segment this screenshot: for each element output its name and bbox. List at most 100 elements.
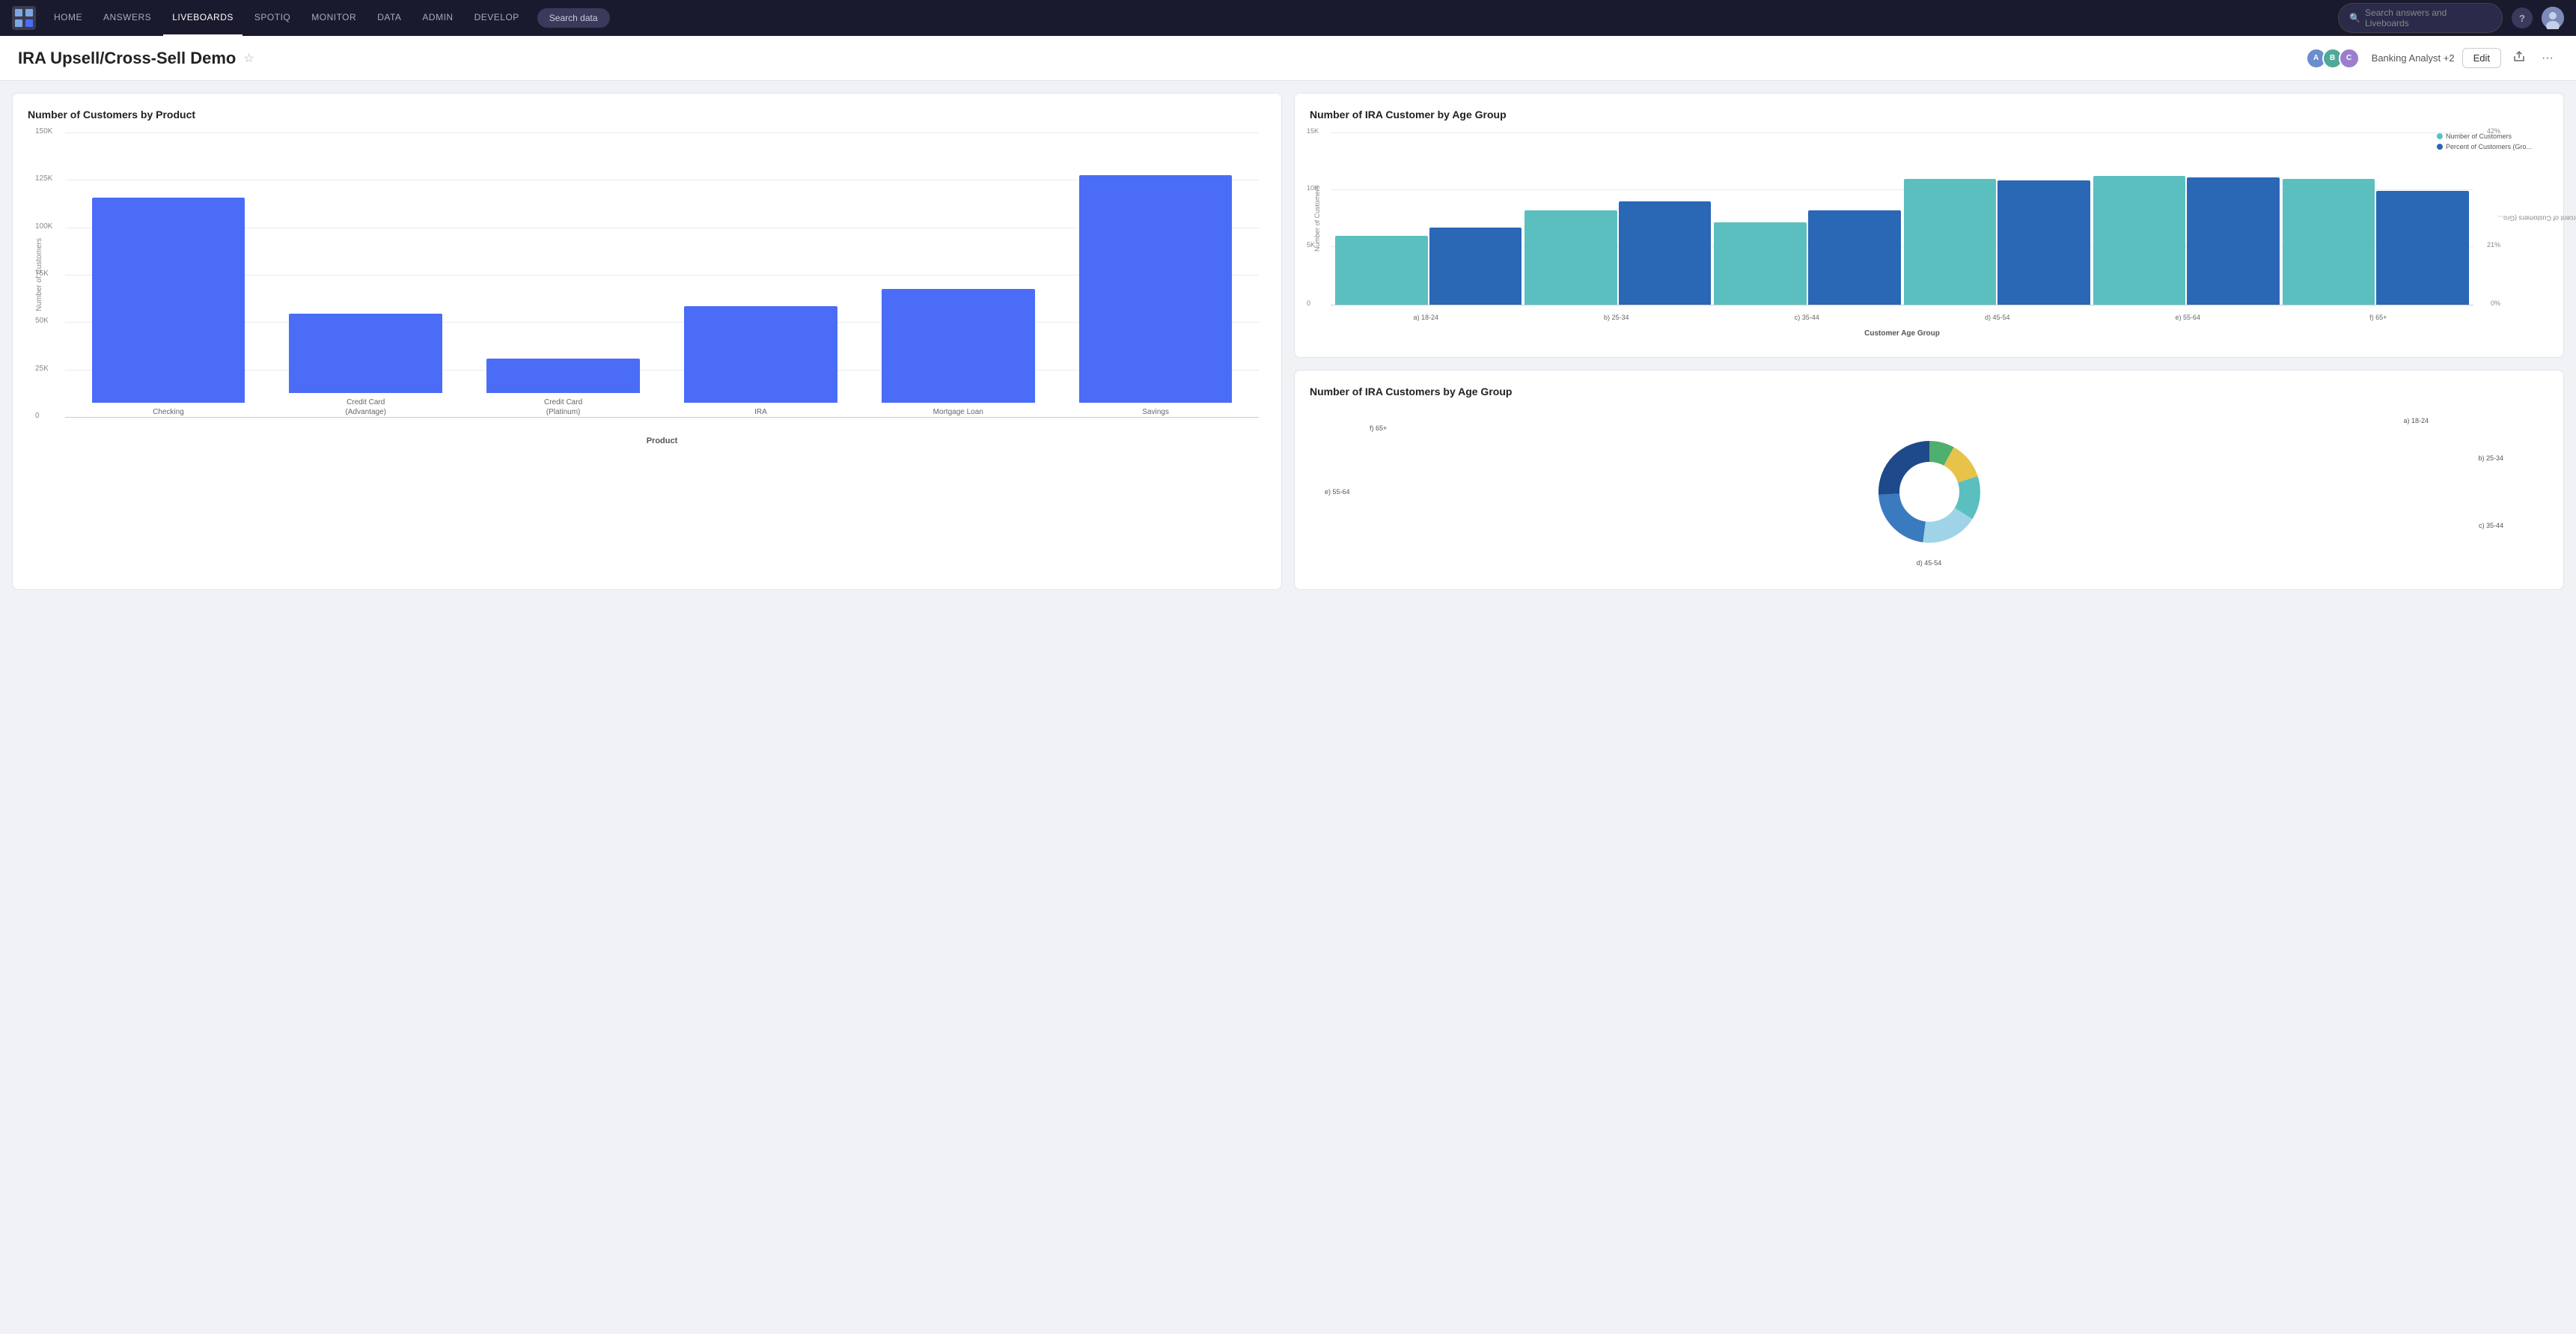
analyst-label: Banking Analyst +2 — [2372, 52, 2455, 64]
search-data-button[interactable]: Search data — [537, 8, 610, 28]
bar-cc-advantage-label: Credit Card(Advantage) — [346, 398, 386, 417]
bar-cc-platinum-fill — [486, 359, 640, 393]
x-label-35-44: c) 35-44 — [1712, 314, 1902, 321]
donut-label-35-44: c) 35-44 — [2479, 522, 2503, 529]
nav-monitor[interactable]: MONITOR — [302, 0, 365, 36]
combo-group-25-34 — [1524, 133, 1711, 305]
legend-item-pct: Percent of Customers (Gro... — [2437, 143, 2532, 150]
legend-label-customers: Number of Customers — [2446, 133, 2512, 140]
nav-admin[interactable]: ADMIN — [413, 0, 462, 36]
search-placeholder: Search answers and Liveboards — [2365, 7, 2491, 28]
bar-25-34-light — [1524, 210, 1617, 305]
bar-ira: IRA — [665, 133, 856, 417]
x-label-45-54: d) 45-54 — [1902, 314, 2093, 321]
donut-labels: a) 18-24 b) 25-34 c) 35-44 d) 45-54 e) 5… — [1310, 409, 2548, 574]
bar-45-54-dark — [1997, 180, 2090, 305]
chart-ira-donut: Number of IRA Customers by Age Group — [1294, 370, 2564, 590]
combo-group-35-44 — [1714, 133, 1900, 305]
chart2-plot-area: 15K 42% 10K 5K 21% 0 0% — [1331, 133, 2473, 305]
chart1-y-tick-75k: 75K — [35, 269, 49, 278]
bar-ira-label: IRA — [754, 407, 767, 417]
collaborators-avatars: A B C — [2310, 48, 2360, 69]
navbar: HOME ANSWERS LIVEBOARDS SPOTIQ MONITOR D… — [0, 0, 2576, 36]
chart1-x-axis-label: Product — [65, 433, 1259, 447]
chart2-legend: Number of Customers Percent of Customers… — [2437, 133, 2532, 150]
share-button[interactable] — [2509, 47, 2530, 69]
chart-ira-by-age-combo: Number of IRA Customer by Age Group Numb… — [1294, 93, 2564, 358]
bar-checking-label: Checking — [153, 407, 184, 417]
chart2-bars — [1331, 133, 2473, 305]
donut-label-18-24: a) 18-24 — [2403, 417, 2429, 424]
nav-data[interactable]: DATA — [368, 0, 410, 36]
bar-mortgage-fill — [882, 289, 1035, 403]
more-options-button[interactable]: ··· — [2537, 49, 2558, 68]
chart1-y-tick-150k: 150K — [35, 127, 52, 135]
chart1-y-tick-0: 0 — [35, 412, 40, 420]
bar-65plus-light — [2283, 179, 2375, 305]
bar-25-34-dark — [1619, 201, 1712, 305]
x-label-65plus: f) 65+ — [2283, 314, 2474, 321]
chart1-x-label-text: Product — [647, 436, 678, 445]
nav-answers[interactable]: ANSWERS — [94, 0, 160, 36]
bar-savings: Savings — [1060, 133, 1251, 417]
x-label-55-64: e) 55-64 — [2093, 314, 2283, 321]
legend-dot-pct — [2437, 144, 2443, 150]
chart1-plot-area: 150K 125K 100K 75K 5 — [65, 133, 1259, 417]
bar-65plus-dark — [2376, 191, 2469, 305]
help-button[interactable]: ? — [2512, 7, 2533, 28]
bar-checking-fill — [92, 198, 245, 403]
bar-cc-platinum: Credit Card(Platinum) — [468, 133, 659, 417]
chart1-bars: Checking Credit Card(Advantage) Credit C… — [65, 133, 1259, 417]
combo-group-45-54 — [1904, 133, 2090, 305]
bar-cc-advantage: Credit Card(Advantage) — [270, 133, 462, 417]
combo-group-65plus — [2283, 133, 2469, 305]
chart1-y-tick-25k: 25K — [35, 365, 49, 373]
chart2-x-label-text: Customer Age Group — [1864, 329, 1940, 338]
search-liveboards-input[interactable]: 🔍 Search answers and Liveboards — [2338, 3, 2503, 33]
chart2-right-y-label: Percent of Customers (Gro... — [2497, 215, 2576, 222]
bar-mortgage-label: Mortgage Loan — [933, 407, 983, 417]
donut-label-25-34: b) 25-34 — [2478, 454, 2503, 462]
favorite-star-icon[interactable]: ☆ — [243, 51, 254, 66]
chart1-y-tick-125k: 125K — [35, 174, 52, 183]
legend-item-customers: Number of Customers — [2437, 133, 2532, 140]
bar-checking: Checking — [73, 133, 264, 417]
edit-button[interactable]: Edit — [2462, 48, 2501, 68]
legend-label-pct: Percent of Customers (Gro... — [2446, 143, 2532, 150]
app-logo[interactable] — [12, 6, 36, 30]
bar-18-24-light — [1335, 236, 1428, 305]
chart3-area: a) 18-24 b) 25-34 c) 35-44 d) 45-54 e) 5… — [1310, 409, 2548, 574]
chart3-title: Number of IRA Customers by Age Group — [1310, 386, 2548, 398]
donut-label-45-54: d) 45-54 — [1917, 559, 1942, 567]
bar-35-44-light — [1714, 222, 1807, 305]
bar-cc-advantage-fill — [289, 314, 442, 393]
bar-cc-platinum-label: Credit Card(Platinum) — [544, 398, 582, 417]
user-avatar[interactable] — [2542, 7, 2564, 29]
bar-savings-fill — [1079, 175, 1233, 403]
nav-spotiq[interactable]: SPOTIQ — [245, 0, 299, 36]
donut-label-55-64: e) 55-64 — [1325, 488, 1350, 496]
page-title: IRA Upsell/Cross-Sell Demo — [18, 49, 236, 68]
combo-group-55-64 — [2093, 133, 2280, 305]
bar-ira-fill — [684, 306, 837, 403]
bar-45-54-light — [1904, 179, 1997, 305]
donut-label-65plus: f) 65+ — [1370, 424, 1387, 432]
collaborator-avatar-3: C — [2339, 48, 2360, 69]
bar-55-64-light — [2093, 176, 2186, 305]
nav-develop[interactable]: DEVELOP — [466, 0, 528, 36]
chart1-y-tick-50k: 50K — [35, 317, 49, 325]
bar-savings-label: Savings — [1142, 407, 1169, 417]
chart2-title: Number of IRA Customer by Age Group — [1310, 109, 2548, 121]
nav-liveboards[interactable]: LIVEBOARDS — [163, 0, 242, 36]
bar-35-44-dark — [1808, 210, 1901, 305]
bar-55-64-dark — [2187, 177, 2280, 305]
x-label-25-34: b) 25-34 — [1522, 314, 1712, 321]
bar-mortgage: Mortgage Loan — [862, 133, 1054, 417]
header-right: A B C Banking Analyst +2 Edit ··· — [2310, 47, 2558, 69]
chart1-title: Number of Customers by Product — [28, 109, 1266, 121]
search-icon: 🔍 — [2349, 13, 2360, 23]
bar-18-24-dark — [1429, 228, 1522, 305]
chart1-y-tick-100k: 100K — [35, 222, 52, 231]
nav-home[interactable]: HOME — [45, 0, 91, 36]
right-column: Number of IRA Customer by Age Group Numb… — [1294, 93, 2564, 590]
